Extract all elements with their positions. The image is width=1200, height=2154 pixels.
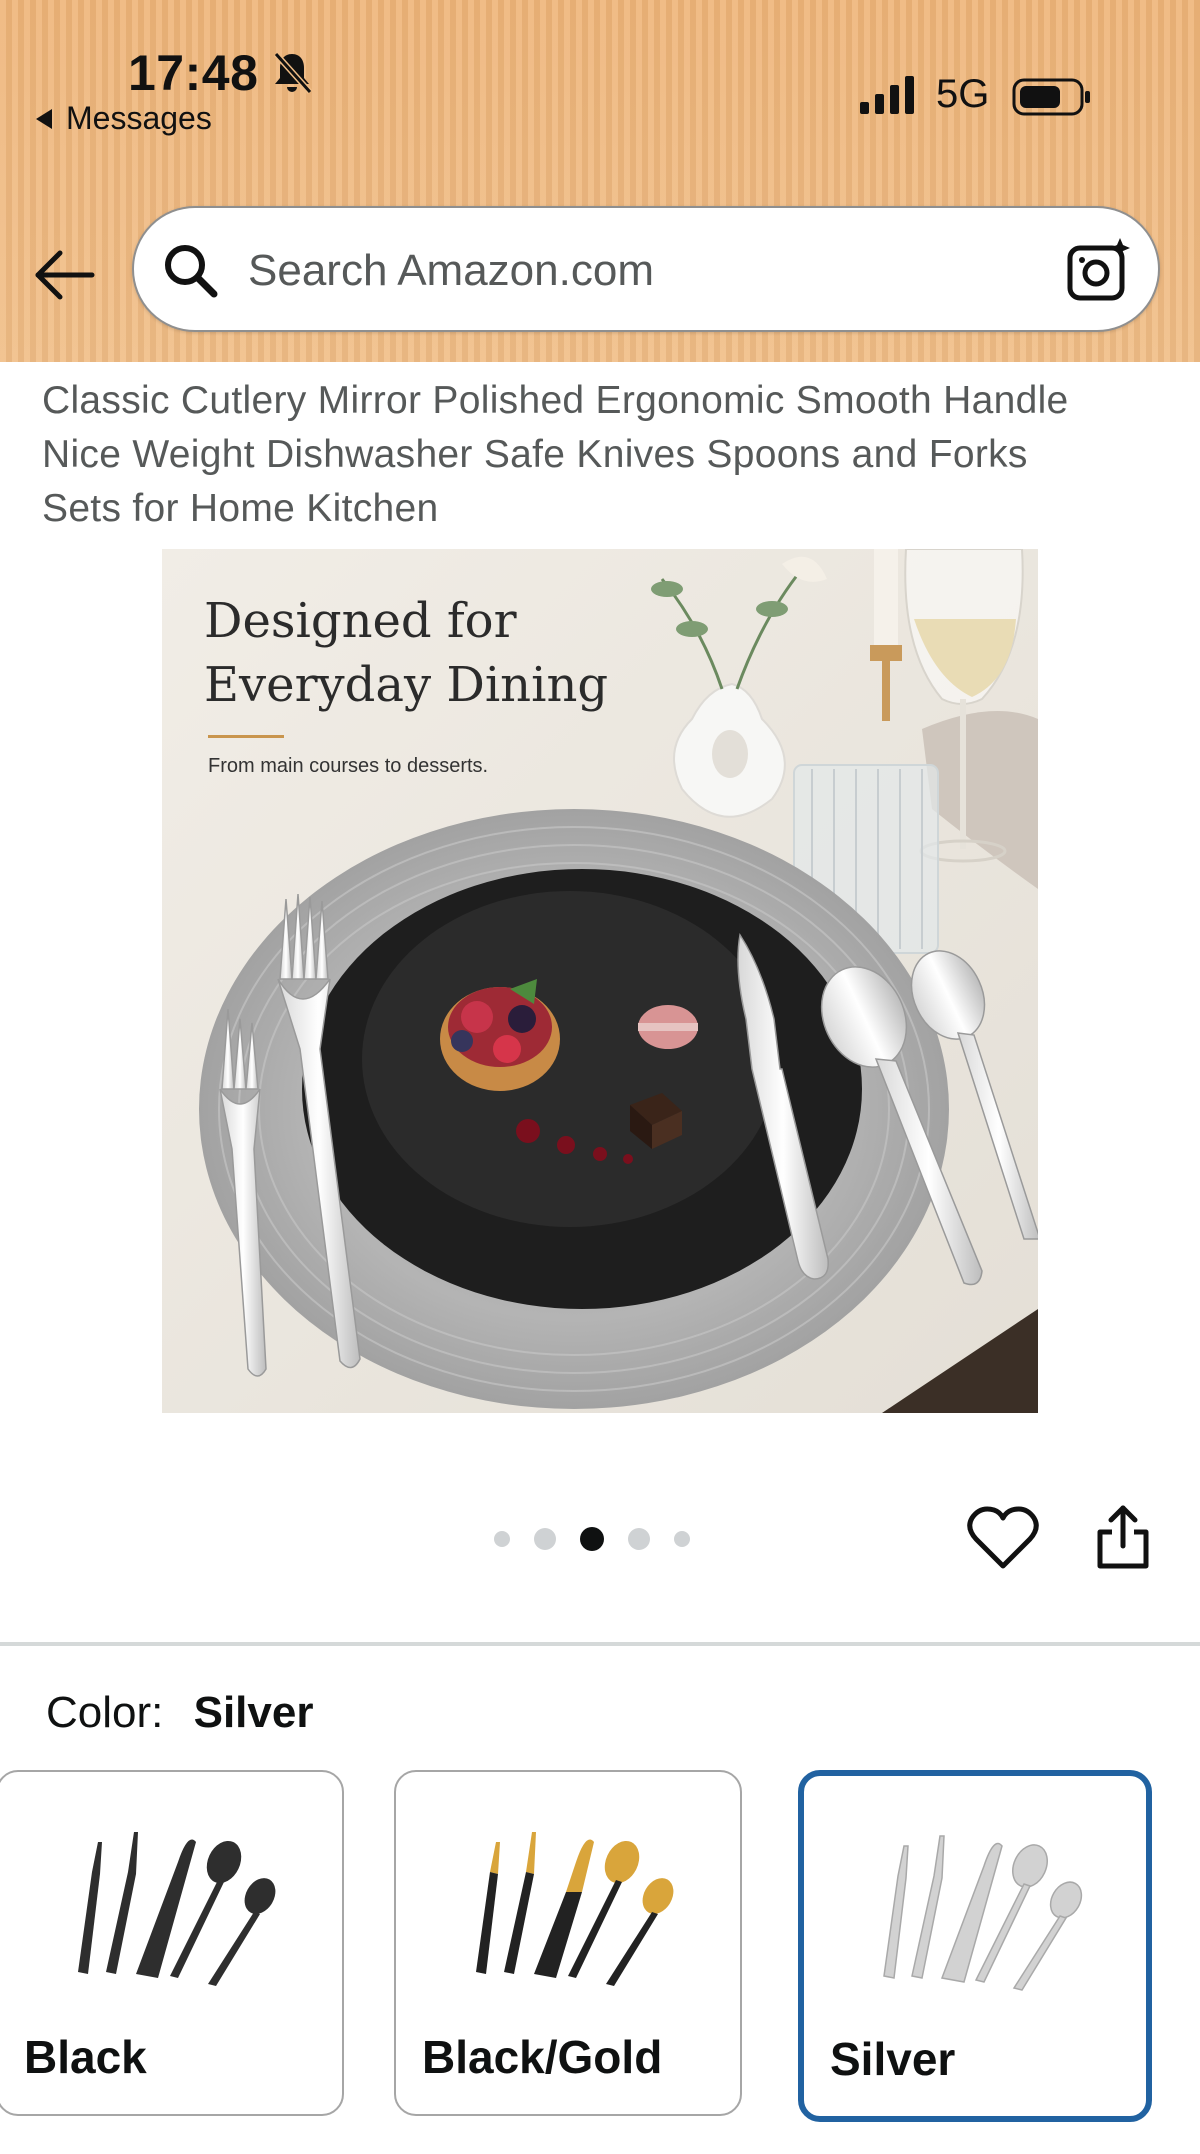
image-divider xyxy=(208,735,284,738)
heart-icon[interactable] xyxy=(966,1506,1040,1572)
color-option-label: Black/Gold xyxy=(422,2031,663,2083)
flatware-black-gold-icon xyxy=(476,1832,674,1986)
back-app-label: Messages xyxy=(66,100,212,136)
carousel-dot[interactable] xyxy=(494,1531,510,1547)
battery-icon xyxy=(1012,78,1090,116)
color-option-label: Silver xyxy=(830,2033,956,2085)
back-triangle-icon xyxy=(36,108,52,129)
product-title: Classic Cutlery Mirror Polished Ergonomi… xyxy=(42,374,1172,536)
image-heading-line: Designed for xyxy=(204,593,517,649)
carousel-dot[interactable] xyxy=(628,1528,650,1550)
share-icon[interactable] xyxy=(1094,1504,1152,1572)
signal-icon xyxy=(860,76,914,114)
product-title-line: Nice Weight Dishwasher Safe Knives Spoon… xyxy=(42,433,1028,476)
color-selector-label: Color: Silver xyxy=(46,1688,313,1738)
network-label: 5G xyxy=(936,72,990,116)
color-option-label: Black xyxy=(24,2031,147,2083)
bell-off-icon xyxy=(273,51,313,95)
color-label: Color: xyxy=(46,1688,164,1737)
color-option-silver[interactable]: Silver xyxy=(798,1770,1152,2122)
color-option-black-gold[interactable]: Black/Gold xyxy=(394,1770,742,2116)
flatware-silver-icon xyxy=(883,1835,1083,1991)
search-bar[interactable] xyxy=(132,206,1160,332)
product-title-line: Sets for Home Kitchen xyxy=(42,487,439,530)
carousel-dot-active[interactable] xyxy=(580,1527,604,1551)
section-divider xyxy=(0,1642,1200,1646)
color-selected-value: Silver xyxy=(193,1688,314,1737)
search-icon xyxy=(165,245,218,298)
color-option-black[interactable]: Black xyxy=(0,1770,344,2116)
carousel-dot[interactable] xyxy=(674,1531,690,1547)
product-image[interactable]: Designed for Everyday Dining From main c… xyxy=(162,549,1038,1413)
image-heading-line: Everyday Dining xyxy=(204,657,609,713)
back-arrow-icon[interactable] xyxy=(30,240,100,310)
image-heading: Designed for Everyday Dining xyxy=(204,589,608,717)
search-input[interactable] xyxy=(246,228,1030,314)
flatware-black-icon xyxy=(78,1832,276,1986)
status-time: 17:48 xyxy=(128,45,259,101)
carousel-dot[interactable] xyxy=(534,1528,556,1550)
camera-icon[interactable] xyxy=(1064,236,1134,306)
product-title-line: Classic Cutlery Mirror Polished Ergonomi… xyxy=(42,379,1069,422)
back-to-messages[interactable]: Messages xyxy=(36,100,212,137)
carousel-dots[interactable] xyxy=(494,1526,690,1552)
image-subheading: From main courses to desserts. xyxy=(208,755,489,777)
app-header: 17:48 Messages 5G xyxy=(0,0,1200,362)
